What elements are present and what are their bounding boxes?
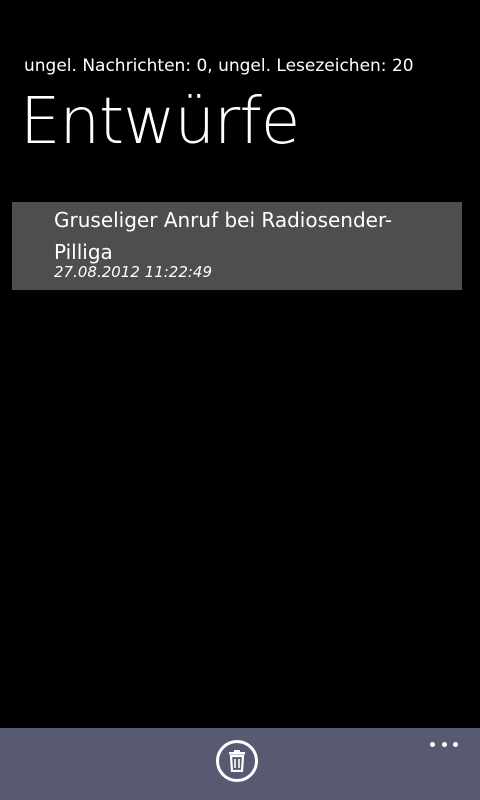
draft-list-item[interactable]: Gruseliger Anruf bei Radiosender- Pillig… [12, 202, 462, 290]
ellipsis-icon [430, 741, 458, 747]
draft-date: 27.08.2012 11:22:49 [54, 263, 213, 281]
more-options-button[interactable] [428, 732, 460, 756]
ellipsis-dot [453, 741, 458, 747]
delete-button[interactable] [216, 740, 258, 782]
application-bar [0, 728, 480, 800]
drafts-page: ungel. Nachrichten: 0, ungel. Lesezeiche… [0, 0, 480, 800]
page-title: Entwürfe [20, 85, 300, 159]
unread-status-text: ungel. Nachrichten: 0, ungel. Lesezeiche… [24, 56, 414, 76]
draft-list: Gruseliger Anruf bei Radiosender- Pillig… [12, 202, 462, 290]
ellipsis-dot [441, 741, 447, 747]
ellipsis-dot [430, 741, 435, 747]
trash-icon [229, 750, 245, 772]
draft-title: Gruseliger Anruf bei Radiosender- Pillig… [54, 208, 393, 264]
